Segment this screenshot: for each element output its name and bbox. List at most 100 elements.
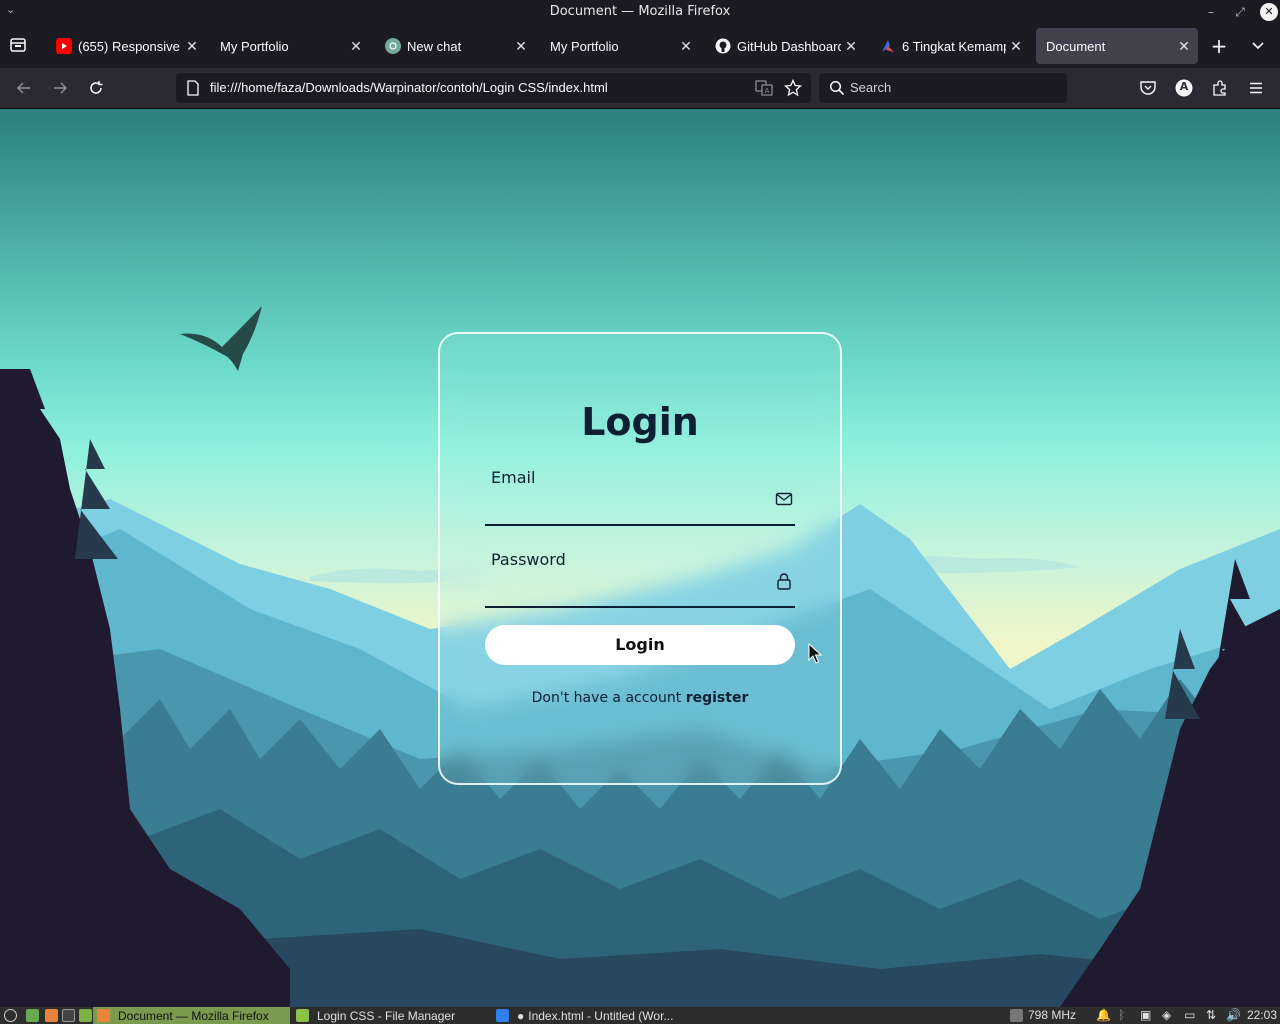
translate-icon[interactable]: A bbox=[755, 79, 773, 97]
nav-toolbar: file:///home/faza/Downloads/Warpinator/c… bbox=[0, 68, 1280, 109]
firefox-icon bbox=[97, 1009, 110, 1022]
search-bar[interactable]: Search bbox=[819, 73, 1067, 103]
account-button[interactable]: A bbox=[1172, 76, 1196, 100]
new-tab-icon[interactable]: + bbox=[1207, 35, 1231, 59]
chatgpt-icon bbox=[385, 38, 401, 54]
show-desktop-icon[interactable] bbox=[26, 1009, 39, 1022]
clipboard-icon[interactable]: ▣ bbox=[1140, 1008, 1151, 1022]
firefox-view-icon bbox=[10, 38, 26, 52]
extensions-button[interactable] bbox=[1208, 76, 1232, 100]
pocket-button[interactable] bbox=[1136, 76, 1160, 100]
url-bar[interactable]: file:///home/faza/Downloads/Warpinator/c… bbox=[176, 73, 811, 103]
bluetooth-icon[interactable]: ᛒ bbox=[1118, 1008, 1125, 1022]
register-prompt: Don't have a account register bbox=[440, 690, 840, 706]
login-heading: Login bbox=[581, 400, 699, 444]
task-label: Login CSS - File Manager bbox=[317, 1008, 456, 1023]
network-icon[interactable]: ⇅ bbox=[1206, 1008, 1216, 1022]
unsaved-dot-icon: ● bbox=[517, 1008, 525, 1023]
reload-icon bbox=[90, 81, 103, 94]
system-taskbar: Document — Mozilla Firefox Login CSS - F… bbox=[0, 1007, 1280, 1024]
restore-icon[interactable]: ⤢ bbox=[1231, 3, 1249, 21]
task-label: Index.html - Untitled (Wor... bbox=[528, 1008, 674, 1023]
firefox-view-button[interactable] bbox=[8, 35, 32, 57]
search-icon bbox=[829, 80, 845, 96]
vscode-icon bbox=[496, 1009, 509, 1022]
tab-document[interactable]: Document ✕ bbox=[1036, 28, 1198, 64]
chevron-down-icon bbox=[1252, 42, 1264, 50]
tab-close-icon[interactable]: ✕ bbox=[676, 38, 696, 55]
app-menu-button[interactable] bbox=[1244, 76, 1268, 100]
tab-close-icon[interactable]: ✕ bbox=[182, 38, 202, 55]
register-link[interactable]: register bbox=[686, 690, 749, 706]
puzzle-icon bbox=[1213, 80, 1226, 96]
window-title: Document — Mozilla Firefox bbox=[549, 4, 731, 19]
account-initial: A bbox=[1179, 80, 1189, 93]
url-text[interactable]: file:///home/faza/Downloads/Warpinator/c… bbox=[210, 80, 608, 95]
clock[interactable]: 22:03 bbox=[1247, 1008, 1277, 1022]
display-icon[interactable]: ▭ bbox=[1184, 1008, 1195, 1022]
cpu-frequency: 798 MHz bbox=[1028, 1008, 1077, 1022]
bookmark-star-icon[interactable] bbox=[784, 79, 802, 97]
site-icon bbox=[880, 38, 896, 54]
mouse-cursor-icon bbox=[808, 643, 822, 664]
search-placeholder: Search bbox=[850, 80, 892, 95]
tab-close-icon[interactable]: ✕ bbox=[346, 38, 366, 55]
hamburger-menu-icon bbox=[1250, 82, 1262, 94]
notifications-icon[interactable]: 🔔 bbox=[1096, 1008, 1111, 1022]
svg-text:A: A bbox=[765, 87, 770, 95]
tab-label: Document bbox=[1046, 38, 1106, 54]
tab-close-icon[interactable]: ✕ bbox=[1006, 38, 1026, 55]
taskbar-task-file-manager[interactable]: Login CSS - File Manager bbox=[292, 1007, 488, 1024]
tab-tingkat[interactable]: 6 Tingkat Kemamp ✕ bbox=[870, 28, 1030, 64]
login-button[interactable]: Login bbox=[485, 625, 795, 665]
tab-label: My Portfolio bbox=[550, 38, 619, 54]
shield-icon[interactable]: ◈ bbox=[1162, 1008, 1171, 1022]
tab-close-icon[interactable]: ✕ bbox=[1174, 38, 1194, 55]
tab-github-dashboard[interactable]: GitHub Dashboard ✕ bbox=[705, 28, 865, 64]
password-label: Password bbox=[491, 550, 566, 569]
email-label: Email bbox=[491, 468, 536, 487]
forward-arrow-icon bbox=[54, 82, 68, 94]
cpu-monitor-icon bbox=[1010, 1009, 1023, 1022]
tab-label: (655) Responsive F bbox=[78, 38, 182, 54]
tab-strip: (655) Responsive F ✕ My Portfolio ✕ New … bbox=[0, 24, 1280, 68]
window-titlebar: ⌄ Document — Mozilla Firefox – ⤢ ✕ bbox=[0, 0, 1280, 24]
tab-close-icon[interactable]: ✕ bbox=[511, 38, 531, 55]
list-all-tabs-button[interactable] bbox=[1248, 36, 1272, 60]
pocket-icon bbox=[1140, 81, 1156, 95]
tab-label: New chat bbox=[407, 38, 462, 54]
tab-label: 6 Tingkat Kemamp bbox=[902, 38, 1006, 54]
lock-icon bbox=[777, 573, 791, 590]
window-close-icon[interactable]: ✕ bbox=[1260, 3, 1278, 21]
firefox-launcher-icon[interactable] bbox=[45, 1009, 58, 1022]
password-field[interactable]: Password bbox=[485, 550, 795, 608]
minimize-icon[interactable]: – bbox=[1202, 3, 1220, 21]
email-field[interactable]: Email bbox=[485, 468, 795, 526]
mail-icon bbox=[775, 492, 793, 506]
youtube-icon bbox=[56, 38, 72, 54]
tab-new-chat[interactable]: New chat ✕ bbox=[375, 28, 535, 64]
back-arrow-icon bbox=[16, 82, 30, 94]
github-icon bbox=[715, 38, 731, 54]
tab-label: GitHub Dashboard bbox=[737, 38, 841, 54]
reload-button[interactable] bbox=[84, 76, 108, 100]
start-menu-icon[interactable] bbox=[4, 1009, 17, 1022]
taskbar-task-vscode[interactable]: ● Index.html - Untitled (Wor... bbox=[492, 1007, 697, 1024]
tab-label: My Portfolio bbox=[220, 38, 289, 54]
terminal-launcher-icon[interactable] bbox=[62, 1009, 75, 1022]
tab-youtube[interactable]: (655) Responsive F ✕ bbox=[46, 28, 206, 64]
task-label: Document — Mozilla Firefox bbox=[118, 1008, 269, 1023]
page-icon bbox=[187, 80, 199, 96]
tab-my-portfolio-2[interactable]: My Portfolio ✕ bbox=[540, 28, 700, 64]
volume-icon[interactable]: 🔊 bbox=[1226, 1008, 1241, 1022]
taskbar-task-firefox[interactable]: Document — Mozilla Firefox bbox=[93, 1007, 290, 1024]
forward-button[interactable] bbox=[48, 76, 72, 100]
folder-icon bbox=[296, 1009, 309, 1022]
login-card: Login Email Password Login Don't have a … bbox=[438, 332, 842, 785]
register-prompt-text: Don't have a account bbox=[531, 690, 682, 706]
files-launcher-icon[interactable] bbox=[79, 1009, 92, 1022]
back-button[interactable] bbox=[12, 76, 36, 100]
tab-my-portfolio[interactable]: My Portfolio ✕ bbox=[210, 28, 370, 64]
page-viewport: Login Email Password Login Don't have a … bbox=[0, 109, 1280, 1007]
tab-close-icon[interactable]: ✕ bbox=[841, 38, 861, 55]
